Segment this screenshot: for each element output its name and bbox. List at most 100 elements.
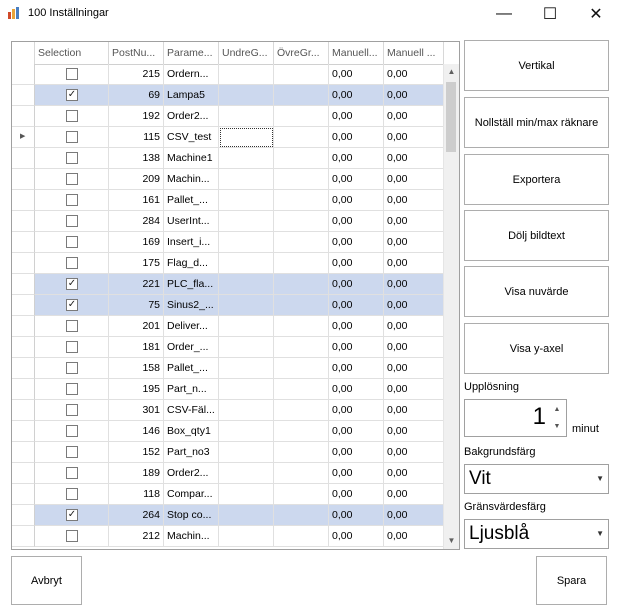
row-header[interactable] bbox=[12, 505, 35, 526]
manual2-cell[interactable]: 0,00 bbox=[384, 400, 444, 421]
table-row[interactable]: 175 Flag_d... 0,00 0,00 bbox=[12, 253, 444, 274]
parameter-cell[interactable]: CSV-Fäl... bbox=[164, 400, 219, 421]
table-row[interactable]: 195 Part_n... 0,00 0,00 bbox=[12, 379, 444, 400]
parameter-cell[interactable]: Insert_i... bbox=[164, 232, 219, 253]
manual1-cell[interactable]: 0,00 bbox=[329, 253, 384, 274]
selection-checkbox[interactable] bbox=[66, 236, 78, 248]
manual2-cell[interactable]: 0,00 bbox=[384, 211, 444, 232]
cancel-button[interactable]: Avbryt bbox=[11, 556, 82, 605]
table-row[interactable]: 161 Pallet_... 0,00 0,00 bbox=[12, 190, 444, 211]
manual2-cell[interactable]: 0,00 bbox=[384, 295, 444, 316]
parameter-cell[interactable]: PLC_fla... bbox=[164, 274, 219, 295]
minimize-button[interactable]: — bbox=[481, 0, 527, 28]
lower-limit-cell[interactable] bbox=[219, 85, 274, 106]
table-row[interactable]: 301 CSV-Fäl... 0,00 0,00 bbox=[12, 400, 444, 421]
parameter-cell[interactable]: Deliver... bbox=[164, 316, 219, 337]
lower-limit-cell[interactable] bbox=[219, 463, 274, 484]
table-row[interactable]: 146 Box_qty1 0,00 0,00 bbox=[12, 421, 444, 442]
scroll-down-icon[interactable]: ▼ bbox=[444, 533, 459, 549]
column-header[interactable]: UndreG... bbox=[219, 42, 274, 64]
manual2-cell[interactable]: 0,00 bbox=[384, 442, 444, 463]
lower-limit-cell[interactable] bbox=[219, 190, 274, 211]
parameter-cell[interactable]: Box_qty1 bbox=[164, 421, 219, 442]
row-header[interactable] bbox=[12, 484, 35, 505]
lower-limit-cell[interactable] bbox=[219, 295, 274, 316]
row-header[interactable]: ▶ bbox=[12, 127, 35, 148]
manual2-cell[interactable]: 0,00 bbox=[384, 64, 444, 85]
selection-checkbox[interactable] bbox=[66, 257, 78, 269]
upper-limit-cell[interactable] bbox=[274, 232, 329, 253]
post-number-cell[interactable]: 152 bbox=[109, 442, 164, 463]
upper-limit-cell[interactable] bbox=[274, 463, 329, 484]
upper-limit-cell[interactable] bbox=[274, 274, 329, 295]
manual1-cell[interactable]: 0,00 bbox=[329, 127, 384, 148]
selection-checkbox[interactable] bbox=[66, 194, 78, 206]
row-header[interactable] bbox=[12, 211, 35, 232]
manual2-cell[interactable]: 0,00 bbox=[384, 253, 444, 274]
chevron-down-icon[interactable]: ▼ bbox=[596, 529, 604, 538]
selection-checkbox[interactable] bbox=[66, 341, 78, 353]
table-row[interactable]: 169 Insert_i... 0,00 0,00 bbox=[12, 232, 444, 253]
lower-limit-cell[interactable] bbox=[219, 400, 274, 421]
upper-limit-cell[interactable] bbox=[274, 190, 329, 211]
table-row[interactable]: 284 UserInt... 0,00 0,00 bbox=[12, 211, 444, 232]
selection-checkbox[interactable] bbox=[66, 425, 78, 437]
post-number-cell[interactable]: 221 bbox=[109, 274, 164, 295]
parameter-cell[interactable]: UserInt... bbox=[164, 211, 219, 232]
parameter-cell[interactable]: Ordern... bbox=[164, 64, 219, 85]
selection-checkbox[interactable] bbox=[66, 488, 78, 500]
row-header[interactable] bbox=[12, 379, 35, 400]
upper-limit-cell[interactable] bbox=[274, 358, 329, 379]
column-header[interactable]: Selection bbox=[35, 42, 109, 64]
manual2-cell[interactable]: 0,00 bbox=[384, 526, 444, 547]
row-header[interactable] bbox=[12, 526, 35, 547]
manual2-cell[interactable]: 0,00 bbox=[384, 358, 444, 379]
table-row[interactable]: ✓ 69 Lampa5 0,00 0,00 bbox=[12, 85, 444, 106]
selection-checkbox[interactable] bbox=[66, 320, 78, 332]
parameter-cell[interactable]: Machin... bbox=[164, 526, 219, 547]
upper-limit-cell[interactable] bbox=[274, 442, 329, 463]
post-number-cell[interactable]: 192 bbox=[109, 106, 164, 127]
manual1-cell[interactable]: 0,00 bbox=[329, 337, 384, 358]
lower-limit-cell[interactable] bbox=[219, 337, 274, 358]
post-number-cell[interactable]: 264 bbox=[109, 505, 164, 526]
manual2-cell[interactable]: 0,00 bbox=[384, 127, 444, 148]
close-button[interactable]: ✕ bbox=[573, 0, 619, 28]
parameter-cell[interactable]: Sinus2_... bbox=[164, 295, 219, 316]
manual1-cell[interactable]: 0,00 bbox=[329, 442, 384, 463]
manual2-cell[interactable]: 0,00 bbox=[384, 484, 444, 505]
manual2-cell[interactable]: 0,00 bbox=[384, 379, 444, 400]
lower-limit-cell[interactable] bbox=[219, 127, 274, 148]
selection-checkbox[interactable] bbox=[66, 152, 78, 164]
parameter-cell[interactable]: Stop co... bbox=[164, 505, 219, 526]
post-number-cell[interactable]: 69 bbox=[109, 85, 164, 106]
parameter-cell[interactable]: Order2... bbox=[164, 463, 219, 484]
parameter-cell[interactable]: Compar... bbox=[164, 484, 219, 505]
resolution-spinner[interactable]: 1 ▲ ▼ bbox=[464, 399, 567, 437]
column-header[interactable]: Parame... bbox=[164, 42, 219, 64]
manual2-cell[interactable]: 0,00 bbox=[384, 169, 444, 190]
show-y-axis-button[interactable]: Visa y-axel bbox=[464, 323, 609, 374]
vertical-scrollbar[interactable]: ▲ ▼ bbox=[443, 64, 459, 549]
manual1-cell[interactable]: 0,00 bbox=[329, 358, 384, 379]
selection-checkbox[interactable] bbox=[66, 215, 78, 227]
row-header[interactable] bbox=[12, 85, 35, 106]
selection-checkbox[interactable] bbox=[66, 173, 78, 185]
table-row[interactable]: 138 Machine1 0,00 0,00 bbox=[12, 148, 444, 169]
parameter-cell[interactable]: Pallet_... bbox=[164, 358, 219, 379]
manual1-cell[interactable]: 0,00 bbox=[329, 64, 384, 85]
lower-limit-cell[interactable] bbox=[219, 316, 274, 337]
resolution-value[interactable]: 1 bbox=[533, 403, 546, 431]
manual2-cell[interactable]: 0,00 bbox=[384, 316, 444, 337]
row-header[interactable] bbox=[12, 232, 35, 253]
upper-limit-cell[interactable] bbox=[274, 337, 329, 358]
row-header[interactable] bbox=[12, 148, 35, 169]
selection-checkbox[interactable]: ✓ bbox=[66, 278, 78, 290]
row-header[interactable] bbox=[12, 169, 35, 190]
selection-checkbox[interactable] bbox=[66, 404, 78, 416]
upper-limit-cell[interactable] bbox=[274, 148, 329, 169]
upper-limit-cell[interactable] bbox=[274, 316, 329, 337]
upper-limit-cell[interactable] bbox=[274, 421, 329, 442]
post-number-cell[interactable]: 181 bbox=[109, 337, 164, 358]
selection-checkbox[interactable]: ✓ bbox=[66, 299, 78, 311]
